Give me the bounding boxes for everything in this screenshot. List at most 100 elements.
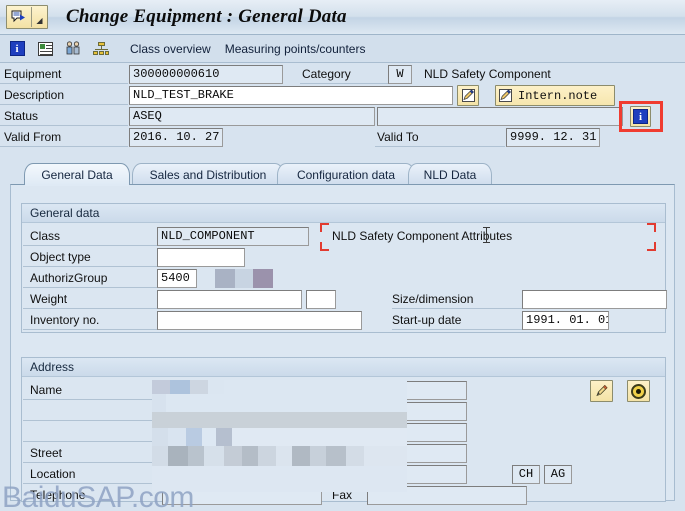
title-bar: ◢ Change Equipment : General Data: [0, 0, 685, 35]
name-label: Name: [30, 383, 63, 397]
tab-label: Configuration data: [296, 167, 396, 182]
tab-nld-data[interactable]: NLD Data: [408, 163, 492, 185]
label-underline: [23, 287, 163, 288]
class-overview-button[interactable]: Class overview: [130, 42, 211, 56]
category-description-text: NLD Safety Component: [424, 67, 551, 81]
annotation-corner-icon: [320, 223, 329, 232]
tab-label: General Data: [41, 167, 113, 182]
label-underline: [23, 329, 163, 330]
label-underline: [23, 308, 163, 309]
tab-label: Sales and Distribution: [149, 167, 267, 182]
label-underline: [23, 420, 163, 421]
label-underline: [392, 329, 522, 330]
inventory-no-field[interactable]: [157, 311, 362, 330]
category-label: Category: [302, 67, 351, 81]
general-data-group: General data Class NLD_COMPONENT NLD Saf…: [21, 203, 667, 333]
label-underline: [23, 266, 163, 267]
tab-label: NLD Data: [423, 167, 477, 182]
label-underline: [300, 83, 388, 84]
tab-sales-and-distribution[interactable]: Sales and Distribution: [132, 163, 284, 185]
description-field[interactable]: NLD_TEST_BRAKE: [129, 86, 453, 105]
partners-icon[interactable]: [62, 39, 84, 59]
info-icon[interactable]: i: [6, 39, 28, 59]
label-underline: [0, 146, 128, 147]
size-dimension-label: Size/dimension: [392, 292, 474, 306]
description-long-text-button[interactable]: [457, 85, 479, 106]
description-label: Description: [4, 88, 65, 102]
startup-date-label: Start-up date: [392, 313, 462, 327]
weight-field[interactable]: [157, 290, 302, 309]
list-detail-glyph: [37, 41, 53, 56]
label-underline: [23, 483, 163, 484]
general-data-group-title: General data: [22, 204, 665, 223]
equipment-label: Equipment: [4, 67, 62, 81]
street-label: Street: [30, 446, 63, 460]
label-underline: [0, 125, 128, 126]
authoriz-group-field[interactable]: 5400: [157, 269, 197, 288]
intern-note-button[interactable]: Intern.note: [495, 85, 615, 106]
startup-date-field[interactable]: 1991. 01. 01: [522, 311, 609, 330]
class-label: Class: [30, 229, 61, 243]
redacted-block: [215, 269, 273, 288]
size-dimension-field[interactable]: [522, 290, 667, 309]
address-locate-button[interactable]: [627, 380, 650, 402]
object-type-label: Object type: [30, 250, 91, 264]
label-underline: [392, 308, 522, 309]
address-group: Address Name Street Location CH AG Telep…: [21, 357, 666, 505]
valid-from-field[interactable]: 2016. 10. 27: [129, 128, 223, 147]
location-label: Location: [30, 467, 76, 481]
info-glyph: i: [9, 41, 25, 56]
tab-panel-general-data: General data Class NLD_COMPONENT NLD Saf…: [10, 184, 675, 505]
status-label: Status: [4, 109, 39, 123]
valid-from-label: Valid From: [4, 130, 62, 144]
label-underline: [0, 83, 128, 84]
sap-session-icon: [7, 6, 31, 28]
valid-to-field[interactable]: 9999. 12. 31: [506, 128, 600, 147]
inventory-no-label: Inventory no.: [30, 313, 100, 327]
pencil-edit-icon: [461, 89, 475, 102]
status-field[interactable]: ASEQ: [129, 107, 375, 126]
sap-gui-window: ◢ Change Equipment : General Data i Clas…: [0, 0, 685, 511]
authoriz-group-label: AuthorizGroup: [30, 271, 108, 285]
class-field[interactable]: NLD_COMPONENT: [157, 227, 309, 246]
label-underline: [23, 462, 163, 463]
label-underline: [23, 441, 163, 442]
measuring-points-counters-button[interactable]: Measuring points/counters: [225, 42, 366, 56]
attributes-annotation: NLD Safety Component Attributes: [322, 224, 602, 250]
tab-general-data[interactable]: General Data: [24, 163, 130, 186]
text-cursor-icon: [483, 227, 490, 243]
annotation-corner-icon: [320, 242, 329, 251]
object-type-field[interactable]: [157, 248, 245, 267]
partners-glyph: [66, 41, 80, 55]
region-field[interactable]: AG: [544, 465, 572, 484]
highlight-annotation-box: [619, 101, 663, 132]
tab-configuration-data[interactable]: Configuration data: [277, 163, 415, 185]
weight-label: Weight: [30, 292, 68, 306]
pencil-edit-icon: [499, 89, 512, 102]
hierarchy-glyph: [93, 41, 109, 56]
tab-strip: General Data Sales and Distribution Conf…: [10, 163, 675, 186]
pencil-edit-icon: [595, 384, 608, 397]
window-title: Change Equipment : General Data: [66, 6, 347, 27]
structure-hierarchy-icon[interactable]: [90, 39, 112, 59]
list-detail-icon[interactable]: [34, 39, 56, 59]
label-underline: [23, 399, 163, 400]
chevron-down-icon[interactable]: ◢: [32, 6, 47, 28]
intern-note-label: Intern.note: [518, 88, 598, 103]
weight-unit-field[interactable]: [306, 290, 336, 309]
category-field[interactable]: W: [388, 65, 412, 84]
label-underline: [23, 245, 163, 246]
address-edit-button[interactable]: [590, 380, 613, 402]
country-field[interactable]: CH: [512, 465, 540, 484]
redacted-address-block: [152, 380, 407, 502]
sap-session-glyph: [11, 10, 25, 22]
annotation-corner-icon: [647, 223, 656, 232]
label-underline: [0, 104, 128, 105]
equipment-field[interactable]: 300000000610: [129, 65, 283, 84]
status-secondary-field[interactable]: [377, 107, 623, 126]
system-menu-button[interactable]: ◢: [6, 5, 48, 29]
valid-to-label: Valid To: [377, 130, 419, 144]
equipment-header: Equipment 300000000610 Category W NLD Sa…: [0, 63, 685, 166]
label-underline: [375, 146, 505, 147]
application-toolbar: i Class overview Measuring points/counte…: [0, 35, 685, 63]
